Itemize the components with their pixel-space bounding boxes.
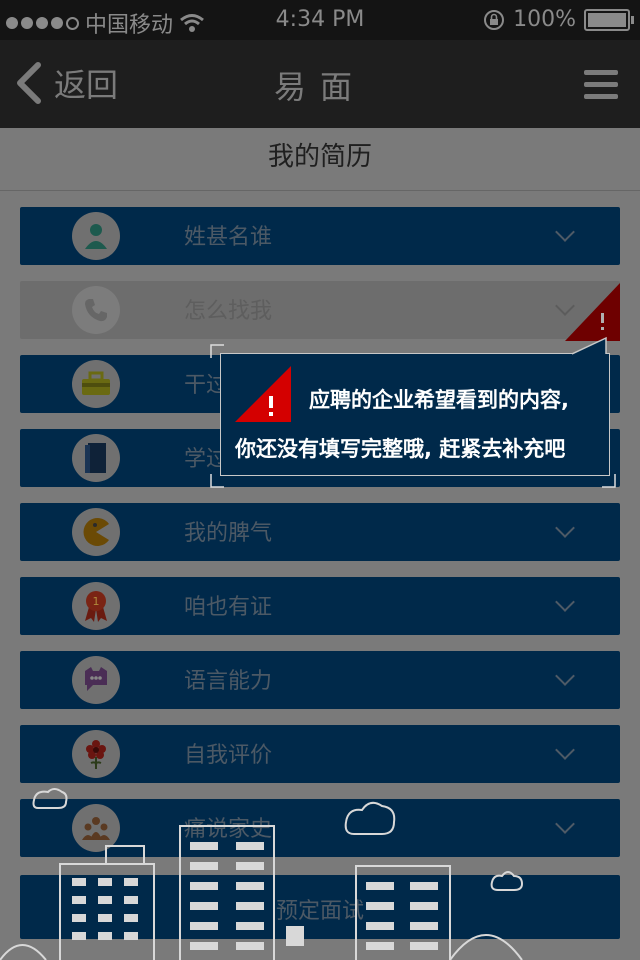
chevron-down-icon [555, 592, 575, 612]
battery-percent: 100% [513, 7, 576, 32]
warning-icon [235, 366, 291, 422]
page-title: 我的简历 [0, 128, 640, 191]
tooltip-corner-mark [210, 344, 224, 358]
section-label: 咱也有证 [184, 595, 273, 620]
chevron-down-icon [555, 740, 575, 760]
person-icon [72, 212, 120, 260]
chevron-down-icon [555, 222, 575, 242]
section-row-certificates[interactable]: 1 咱也有证 [20, 577, 620, 635]
section-row-self-evaluation[interactable]: 自我评价 [20, 725, 620, 783]
briefcase-icon [72, 360, 120, 408]
chevron-down-icon [555, 666, 575, 686]
section-row-temper[interactable]: 我的脾气 [20, 503, 620, 561]
tooltip-corner-mark [210, 474, 224, 488]
section-label: 怎么找我 [184, 299, 273, 324]
chevron-down-icon [555, 518, 575, 538]
section-label: 语言能力 [184, 669, 273, 694]
section-row-name[interactable]: 姓甚名谁 [20, 207, 620, 265]
navigation-bar: 返回 易面 [0, 40, 640, 128]
section-row-contact[interactable]: 怎么找我 [20, 281, 620, 339]
section-label: 我的脾气 [184, 521, 273, 546]
tooltip-pointer [572, 336, 607, 355]
medal-icon: 1 [72, 582, 120, 630]
tooltip-line-1: 应聘的企业希望看到的内容, [309, 388, 569, 412]
hamburger-menu-icon[interactable] [584, 70, 618, 106]
battery-icon [584, 8, 634, 31]
flower-icon [72, 730, 120, 778]
city-skyline-illustration [0, 788, 524, 960]
section-row-language[interactable]: 语言能力 [20, 651, 620, 709]
status-bar: 中国移动 4:34 PM 100% [0, 0, 640, 40]
warning-corner-icon [565, 283, 620, 341]
tooltip-corner-mark [602, 474, 616, 488]
pacman-icon [72, 508, 120, 556]
app-title: 易面 [273, 68, 366, 106]
section-label: 姓甚名谁 [184, 225, 273, 250]
book-icon [72, 434, 120, 482]
chat-bubble-icon [72, 656, 120, 704]
svg-text:1: 1 [93, 595, 100, 608]
phone-icon [72, 286, 120, 334]
rotation-lock-icon [484, 9, 505, 30]
section-label: 自我评价 [184, 743, 273, 768]
tooltip-line-2: 你还没有填写完整哦, 赶紧去补充吧 [235, 437, 566, 461]
